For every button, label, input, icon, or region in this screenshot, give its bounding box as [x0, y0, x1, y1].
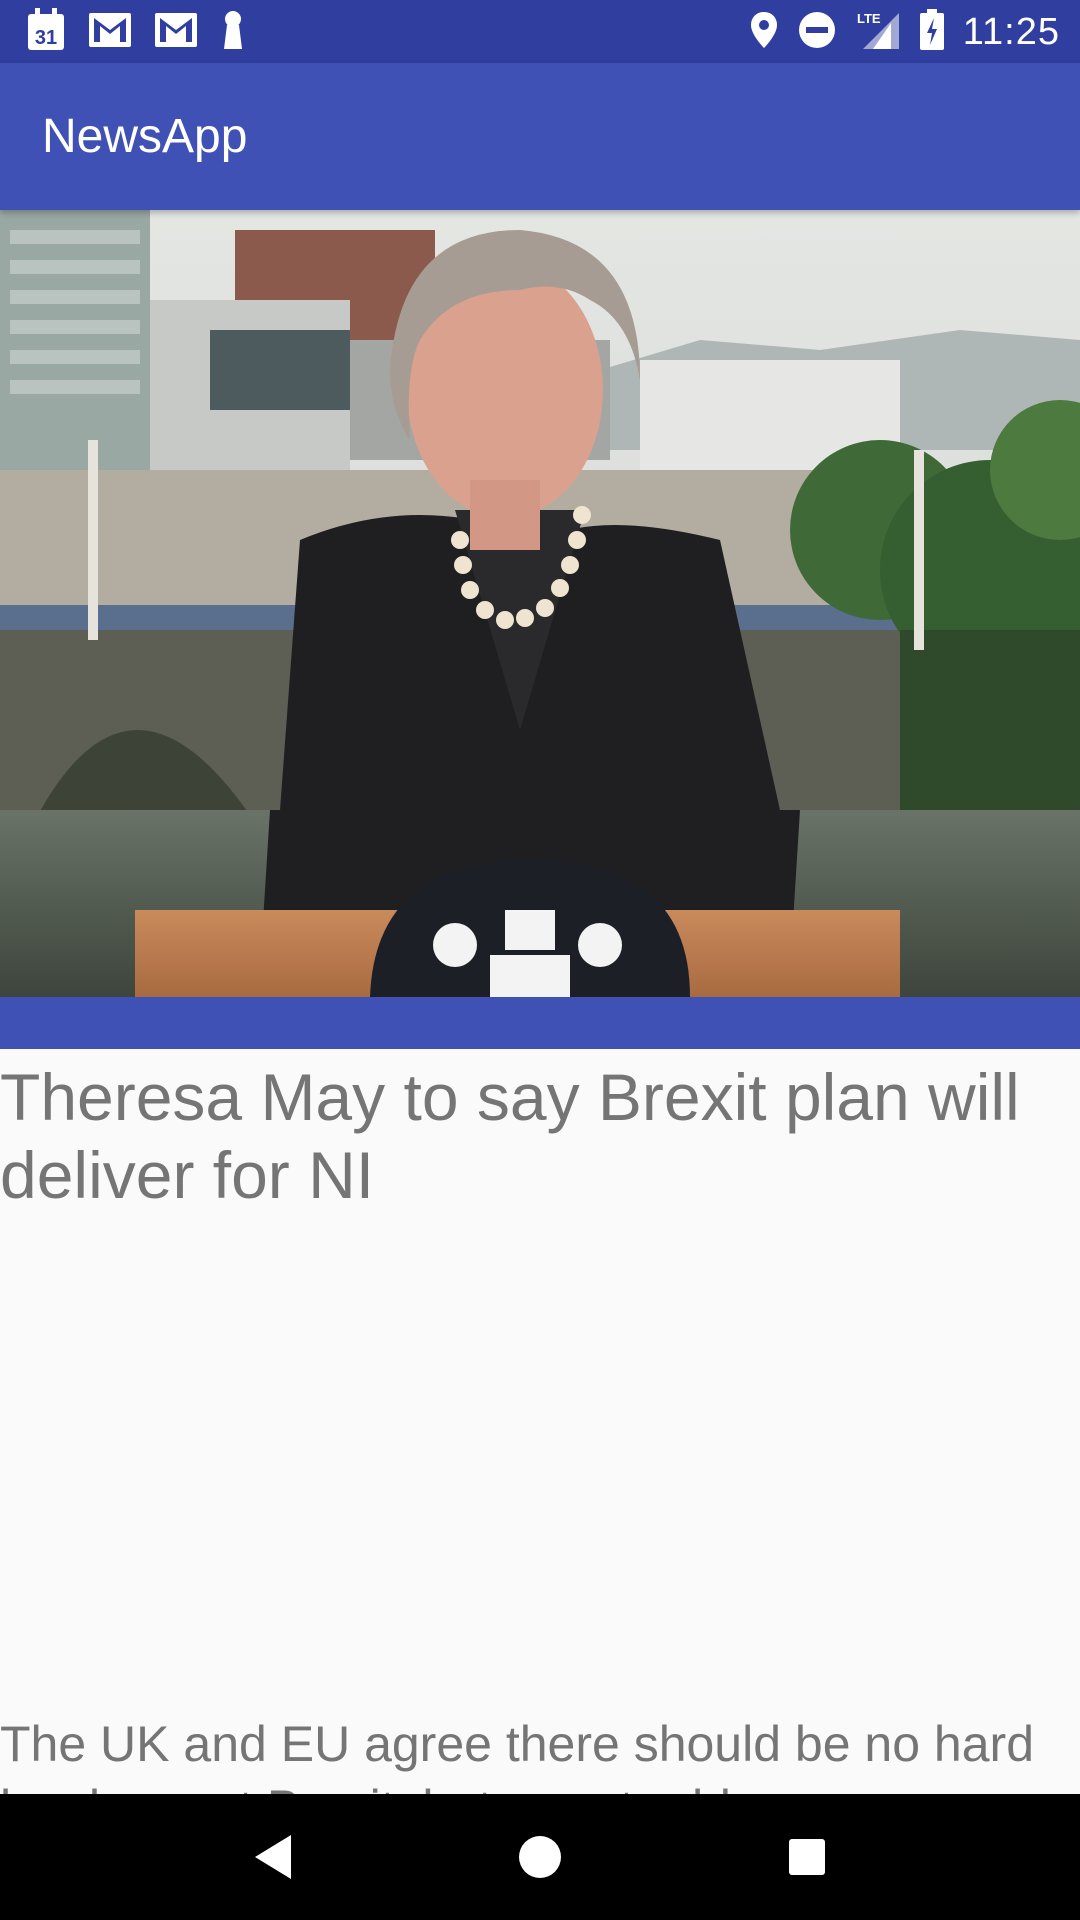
signal-icon: LTE — [855, 9, 901, 56]
recents-icon[interactable] — [762, 1812, 852, 1902]
svg-text:LTE: LTE — [857, 11, 881, 26]
app-bar: NewsApp — [0, 63, 1080, 210]
article-headline[interactable]: Theresa May to say Brexit plan will deli… — [0, 1058, 1060, 1214]
svg-text:31: 31 — [35, 27, 57, 49]
gmail-icon — [154, 12, 198, 53]
status-time: 11:25 — [962, 10, 1060, 53]
article-summary: The UK and EU agree there should be no h… — [0, 1716, 1035, 1794]
image-caption-strip — [0, 997, 1080, 1049]
gmail-icon — [88, 12, 132, 53]
app-title: NewsApp — [42, 110, 248, 163]
battery-icon — [919, 8, 945, 56]
navigation-bar — [0, 1794, 1080, 1920]
location-icon — [749, 10, 779, 55]
calendar-icon: 31 — [26, 7, 66, 57]
keyhole-icon — [220, 9, 246, 56]
article-summary-container: The UK and EU agree there should be no h… — [0, 1702, 1080, 1794]
home-icon[interactable] — [495, 1812, 585, 1902]
status-bar: 31 LTE 11:25 — [0, 0, 1080, 63]
do-not-disturb-icon — [797, 10, 837, 55]
back-icon[interactable] — [228, 1812, 318, 1902]
article-image[interactable] — [0, 210, 1080, 997]
